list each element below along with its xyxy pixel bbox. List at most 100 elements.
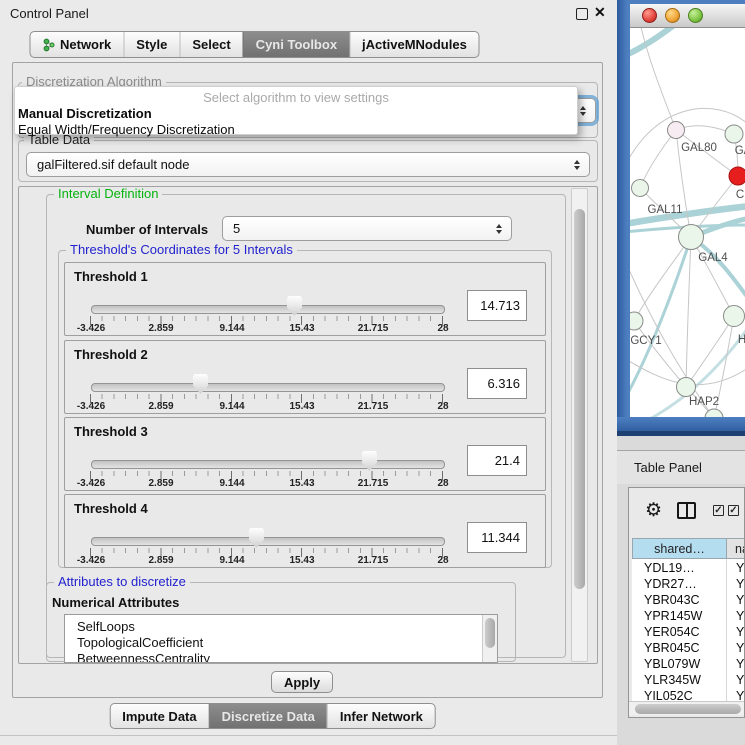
- node-label: GAL4: [698, 252, 728, 264]
- tick-label: 21.715: [358, 555, 389, 566]
- table-row[interactable]: YBR045CYBR0: [635, 641, 745, 657]
- float-window-icon[interactable]: [576, 8, 588, 20]
- tick-label: 28: [437, 478, 448, 489]
- number-of-intervals-combobox[interactable]: 5: [222, 216, 512, 241]
- threshold-4-slider-track[interactable]: [91, 537, 445, 546]
- mac-close-icon[interactable]: [642, 8, 657, 23]
- close-icon[interactable]: ✕: [594, 4, 606, 21]
- tick-label: -3.426: [77, 555, 105, 566]
- columns-icon[interactable]: [677, 502, 696, 519]
- tick-label: 15.43: [289, 401, 314, 412]
- threshold-2-label: Threshold 2: [74, 347, 148, 362]
- slider-ticks: [90, 471, 443, 480]
- tab-infer-network[interactable]: Infer Network: [327, 704, 435, 728]
- network-node[interactable]: [679, 225, 704, 250]
- table-row[interactable]: YDL19…YDL1: [635, 561, 745, 577]
- node-label: H: [738, 334, 745, 346]
- column-header-label: na: [735, 542, 745, 556]
- network-node[interactable]: [724, 306, 745, 327]
- numerical-attributes-list[interactable]: SelfLoops TopologicalCoefficient Between…: [64, 614, 498, 663]
- network-window-titlebar[interactable]: [630, 4, 745, 28]
- tab-network[interactable]: Network: [30, 32, 123, 57]
- tick-label: 21.715: [358, 478, 389, 489]
- tick-label: 15.43: [289, 555, 314, 566]
- threshold-3-box: Threshold 3 -3.426 2.859 9.144 15.43 21.…: [64, 417, 546, 491]
- popup-option-manual-discretization[interactable]: Manual Discretization: [15, 106, 577, 122]
- tab-network-label: Network: [60, 37, 111, 52]
- network-canvas[interactable]: GAL80 GA C GAL11 GAL4 GCY1 H HAP2: [630, 28, 745, 417]
- tab-jactivemnodules[interactable]: jActiveMNodules: [349, 32, 479, 57]
- table-row[interactable]: YDR27…YDR2: [635, 577, 745, 593]
- scrollbar-thumb[interactable]: [485, 618, 495, 648]
- apply-button[interactable]: Apply: [271, 671, 333, 693]
- attributes-list-scrollbar[interactable]: [482, 615, 497, 662]
- threshold-2-slider-track[interactable]: [91, 383, 445, 392]
- tab-impute-data[interactable]: Impute Data: [110, 704, 208, 728]
- table-data-combobox[interactable]: galFiltered.sif default node: [26, 152, 590, 177]
- table-row[interactable]: YPR145WYPR1: [635, 609, 745, 625]
- threshold-4-value-field[interactable]: [467, 522, 527, 553]
- network-node[interactable]: [677, 378, 696, 397]
- checkbox-icon[interactable]: ✓: [728, 505, 739, 516]
- network-node-selected[interactable]: [729, 167, 745, 185]
- cell-name: YBR0: [730, 641, 745, 657]
- network-node[interactable]: [630, 312, 643, 330]
- list-item[interactable]: BetweennessCentrality: [65, 651, 497, 663]
- table-row[interactable]: YLR345WYLR3: [635, 673, 745, 689]
- tab-style-label: Style: [136, 37, 167, 52]
- tab-cyni-toolbox[interactable]: Cyni Toolbox: [243, 32, 349, 57]
- threshold-1-slider-track[interactable]: [91, 305, 445, 314]
- bottom-tab-bar: Impute Data Discretize Data Infer Networ…: [109, 703, 436, 729]
- threshold-3-value-field[interactable]: [467, 445, 527, 476]
- table-row[interactable]: YBL079WYBL0: [635, 657, 745, 673]
- mac-zoom-icon[interactable]: [688, 8, 703, 23]
- table-row[interactable]: YBR043CYBR0: [635, 593, 745, 609]
- table-horizontal-scrollbar[interactable]: [629, 701, 745, 715]
- node-label: HAP2: [689, 396, 719, 408]
- slider-ticks: [90, 548, 443, 557]
- interval-definition-title: Interval Definition: [54, 187, 162, 201]
- list-item[interactable]: TopologicalCoefficient: [65, 635, 497, 651]
- popup-option-equal-width-frequency[interactable]: Equal Width/Frequency Discretization: [15, 122, 577, 138]
- threshold-2-value-field[interactable]: [467, 368, 527, 399]
- cell-shared-name: YLR345W: [635, 673, 730, 689]
- table-panel-header: Table Panel: [617, 450, 745, 484]
- threshold-3-label: Threshold 3: [74, 424, 148, 439]
- tab-infer-network-label: Infer Network: [340, 709, 423, 724]
- application-root: Control Panel ✕ Network Style: [0, 0, 745, 745]
- algorithm-dropdown-popup: Select algorithm to view settings Manual…: [14, 86, 578, 135]
- tab-discretize-data[interactable]: Discretize Data: [209, 704, 327, 728]
- network-node[interactable]: [725, 125, 743, 143]
- scrollbar-thumb[interactable]: [574, 209, 585, 589]
- mac-minimize-icon[interactable]: [665, 8, 680, 23]
- cell-shared-name: YDR27…: [635, 577, 730, 593]
- settings-vertical-scrollbar[interactable]: [571, 188, 588, 662]
- cell-shared-name: YBR045C: [635, 641, 730, 657]
- threshold-3-slider-track[interactable]: [91, 460, 445, 469]
- table-row[interactable]: YIL052CYIL0: [635, 689, 745, 701]
- combo-stepper-icon: [496, 224, 502, 234]
- gear-icon[interactable]: ⚙: [645, 501, 662, 520]
- table-data-value: galFiltered.sif default node: [37, 157, 189, 172]
- tick-label: 2.859: [148, 478, 173, 489]
- tab-discretize-data-label: Discretize Data: [222, 709, 315, 724]
- table-panel-window: ⚙ ✓ ✓ shared… na YDL19…YDL1 YDR27…YDR2 Y…: [628, 487, 745, 718]
- tick-label: 2.859: [148, 323, 173, 334]
- scrollbar-thumb[interactable]: [635, 704, 741, 714]
- tick-label: 21.715: [358, 401, 389, 412]
- network-node[interactable]: [668, 122, 685, 139]
- tab-select[interactable]: Select: [179, 32, 242, 57]
- cell-name: YDR2: [730, 577, 745, 593]
- column-header-name[interactable]: na: [726, 538, 745, 559]
- network-node[interactable]: [632, 180, 649, 197]
- threshold-1-value-field[interactable]: [467, 290, 527, 321]
- column-header-shared-name[interactable]: shared…: [632, 538, 727, 559]
- cell-shared-name: YIL052C: [635, 689, 730, 701]
- checkbox-icon[interactable]: ✓: [713, 505, 724, 516]
- list-item[interactable]: SelfLoops: [65, 619, 497, 635]
- table-row[interactable]: YER054CYER0: [635, 625, 745, 641]
- tick-label: -3.426: [77, 478, 105, 489]
- tab-select-label: Select: [192, 37, 230, 52]
- tick-label: 9.144: [219, 555, 244, 566]
- tab-style[interactable]: Style: [123, 32, 179, 57]
